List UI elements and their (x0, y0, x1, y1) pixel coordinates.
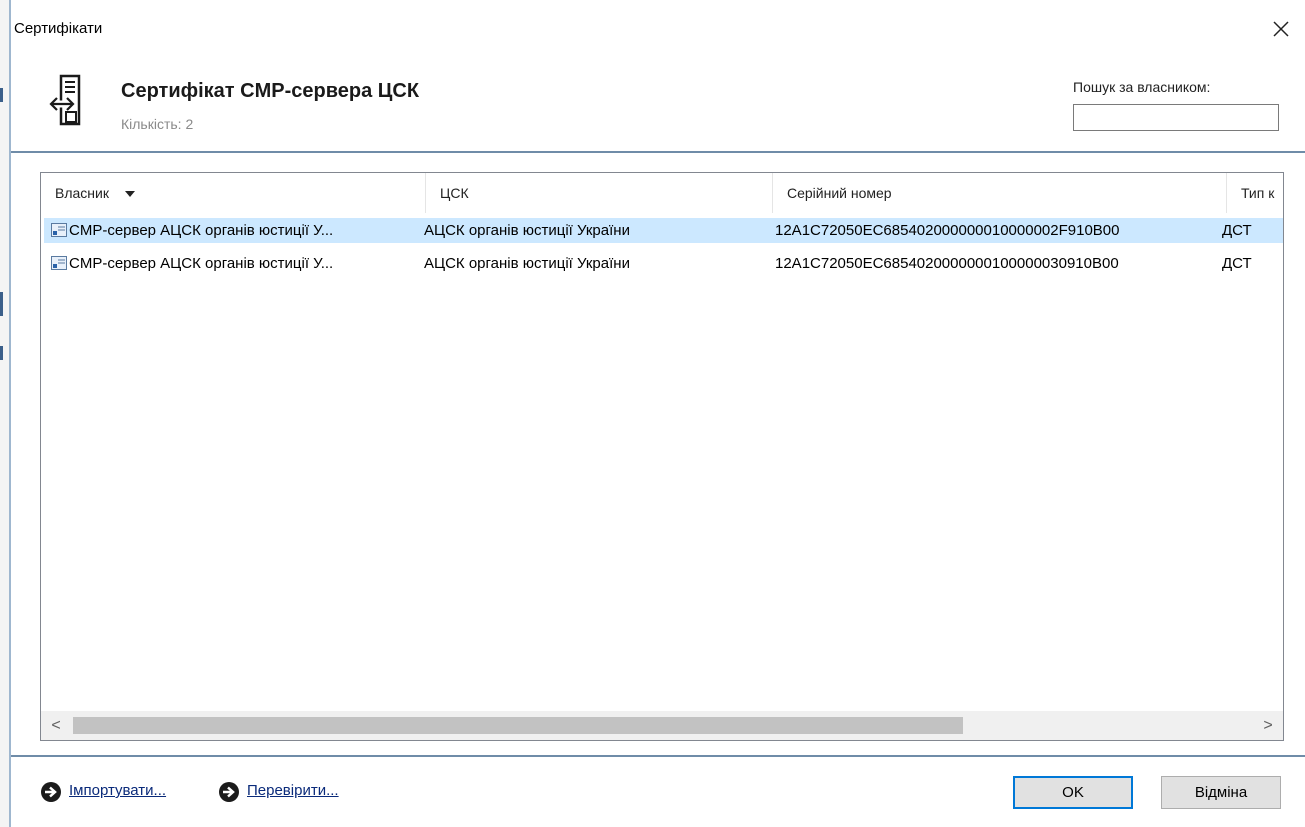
scroll-thumb[interactable] (73, 717, 963, 734)
cell-type: ДСТ (1222, 255, 1252, 272)
arrow-right-icon (223, 786, 235, 798)
footer-separator (11, 755, 1305, 757)
check-arrow-icon[interactable] (219, 782, 239, 802)
cancel-button[interactable]: Відміна (1161, 776, 1281, 809)
table-row[interactable]: CMP-сервер АЦСК органів юстиції У... АЦС… (44, 251, 1283, 276)
certificate-server-icon (49, 74, 81, 126)
close-button[interactable] (1262, 10, 1300, 48)
certificate-icon (51, 256, 67, 270)
close-icon (1273, 21, 1289, 37)
cell-serial: 12A1C72050EC6854020000000100000030910B00 (775, 255, 1119, 272)
count-value: 2 (185, 116, 194, 132)
cell-owner: CMP-сервер АЦСК органів юстиції У... (69, 255, 334, 272)
background-marker (0, 292, 3, 316)
search-label: Пошук за власником: (1073, 79, 1211, 95)
column-label: Серійний номер (787, 185, 892, 201)
header-separator (11, 151, 1305, 153)
search-input[interactable] (1073, 104, 1279, 131)
item-count: Кількість: 2 (121, 116, 193, 132)
background-window-strip (0, 0, 11, 827)
ok-button[interactable]: OK (1013, 776, 1133, 809)
certificate-list[interactable]: Власник ЦСК Серійний номер Тип к CMP-сер… (40, 172, 1284, 741)
column-label: Власник (55, 185, 109, 201)
window-title: Сертифікати (14, 20, 103, 37)
table-row[interactable]: CMP-сервер АЦСК органів юстиції У... АЦС… (44, 218, 1283, 243)
horizontal-scrollbar[interactable]: < > (41, 711, 1283, 740)
background-marker (0, 346, 3, 360)
cell-ca: АЦСК органів юстиції України (424, 255, 630, 272)
certificate-icon (51, 223, 67, 237)
cell-type: ДСТ (1222, 222, 1252, 239)
list-header: Власник ЦСК Серійний номер Тип к (41, 173, 1283, 213)
arrow-right-icon (45, 786, 57, 798)
column-header-ca[interactable]: ЦСК (426, 173, 773, 213)
import-arrow-icon[interactable] (41, 782, 61, 802)
count-label: Кількість: (121, 116, 182, 132)
cell-serial: 12A1C72050EC685402000000010000002F910B00 (775, 222, 1120, 239)
column-header-type[interactable]: Тип к (1227, 173, 1283, 213)
sort-down-icon (124, 191, 135, 198)
scroll-right-button[interactable]: > (1253, 711, 1283, 740)
column-label: Тип к (1241, 185, 1275, 201)
background-marker (0, 88, 3, 102)
cell-owner: CMP-сервер АЦСК органів юстиції У... (69, 222, 334, 239)
check-link[interactable]: Перевірити... (247, 782, 339, 799)
column-header-owner[interactable]: Власник (41, 173, 426, 213)
column-header-serial[interactable]: Серійний номер (773, 173, 1227, 213)
cell-ca: АЦСК органів юстиції України (424, 222, 630, 239)
scroll-left-button[interactable]: < (41, 711, 71, 740)
import-link[interactable]: Імпортувати... (69, 782, 166, 799)
window-edge (9, 0, 11, 827)
column-label: ЦСК (440, 185, 469, 201)
page-title: Сертифікат CMP-сервера ЦСК (121, 80, 420, 102)
